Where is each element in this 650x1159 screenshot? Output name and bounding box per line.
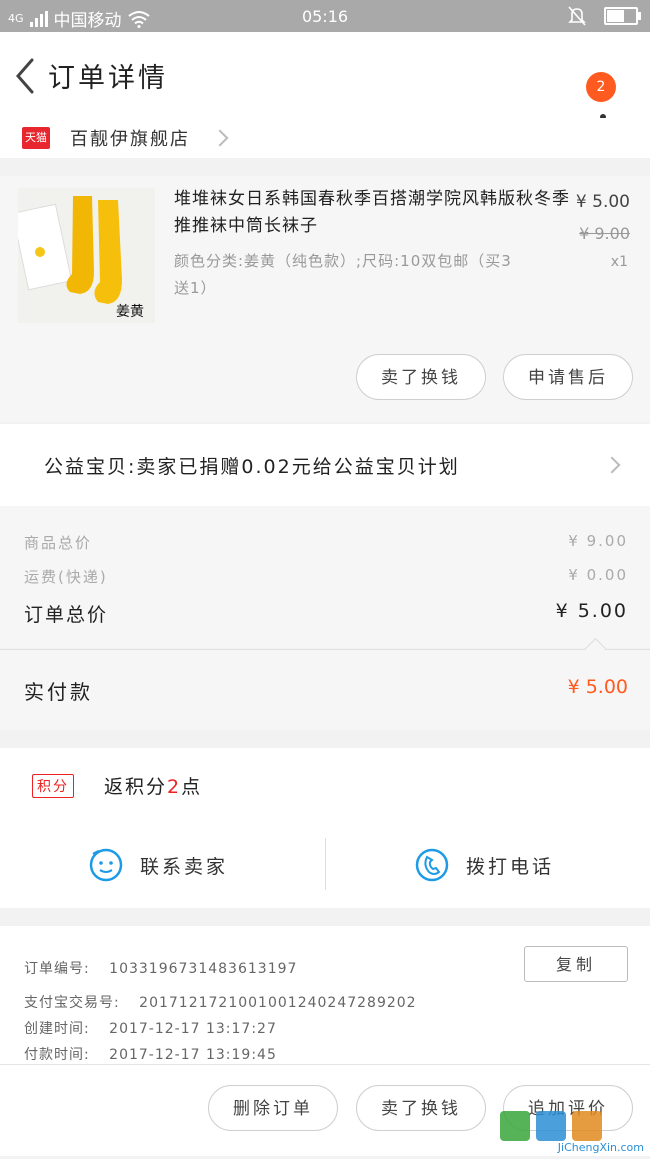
- shop-name: 百靓伊旗舰店: [70, 129, 190, 150]
- goods-total-label: 商品总价: [24, 534, 93, 552]
- product-name[interactable]: 堆堆袜女日系韩国春秋季百搭潮学院风韩版秋冬季推推袜中筒长袜子: [174, 186, 570, 240]
- shipping-row: 运费(快递) ¥ 0.00: [24, 566, 628, 587]
- alipay-row: 支付宝交易号: 2017121721001001240247289202: [24, 992, 417, 1012]
- points-text: 返积分2点: [104, 772, 202, 799]
- tmall-logo-icon: 天猫: [22, 127, 50, 149]
- order-info-card: 订单编号: 1033196731483613197 复制 支付宝交易号: 201…: [0, 926, 650, 1064]
- alipay-value: 2017121721001001240247289202: [139, 995, 417, 1011]
- goods-total-value: ¥ 9.00: [568, 532, 628, 550]
- goods-total-row: 商品总价 ¥ 9.00: [24, 532, 628, 553]
- product-image[interactable]: 姜黄: [18, 188, 155, 323]
- actual-payment-value: ¥ 5.00: [567, 676, 628, 698]
- sell-for-cash-bottom-button[interactable]: 卖了换钱: [356, 1085, 486, 1131]
- product-spec: 颜色分类:姜黄（纯色款）;尺码:10双包邮（买3送1）: [174, 252, 512, 297]
- points-contact-card: 积分 返积分2点 联系卖家 拨打电话: [0, 748, 650, 908]
- watermark-logo-icon: JiChengXin.com: [500, 1111, 644, 1154]
- delete-order-button[interactable]: 删除订单: [208, 1085, 338, 1131]
- copy-button[interactable]: 复制: [524, 946, 628, 982]
- silent-bell-icon: [568, 6, 586, 26]
- contact-seller-button[interactable]: 联系卖家: [88, 840, 228, 890]
- charity-text: 公益宝贝:卖家已捐赠0.02元给公益宝贝计划: [44, 456, 460, 478]
- paid-time-label: 付款时间:: [24, 1047, 90, 1063]
- product-card: 姜黄 堆堆袜女日系韩国春秋季百搭潮学院风韩版秋冬季推推袜中筒长袜子 颜色分类:姜…: [0, 176, 650, 422]
- points-suffix: 点: [181, 776, 203, 798]
- status-bar: 4G 中国移动 05:16: [0, 0, 650, 32]
- created-time-row: 创建时间: 2017-12-17 13:17:27: [24, 1018, 277, 1038]
- contact-seller-label: 联系卖家: [140, 855, 229, 878]
- points-prefix: 返积分: [104, 776, 168, 798]
- page-title: 订单详情: [48, 63, 168, 94]
- app-header: 订单详情 2: [0, 32, 650, 120]
- phone-icon: [415, 848, 449, 882]
- shipping-label: 运费(快递): [24, 568, 108, 586]
- order-number-value: 1033196731483613197: [109, 961, 298, 977]
- shipping-value: ¥ 0.00: [568, 566, 628, 584]
- price-summary: 商品总价 ¥ 9.00 运费(快递) ¥ 0.00 订单总价 ¥ 5.00: [0, 506, 650, 648]
- battery-icon: [604, 7, 641, 25]
- created-time-label: 创建时间:: [24, 1021, 90, 1037]
- order-total-label: 订单总价: [24, 604, 109, 626]
- watermark-site: JiChengXin.com: [557, 1141, 644, 1154]
- product-original-price: ¥ 9.00: [579, 224, 630, 243]
- created-time-value: 2017-12-17 13:17:27: [109, 1021, 277, 1037]
- sell-for-cash-button[interactable]: 卖了换钱: [356, 354, 486, 400]
- after-sales-button[interactable]: 申请售后: [503, 354, 633, 400]
- shop-row[interactable]: 天猫 百靓伊旗舰店: [0, 118, 650, 158]
- status-right: [568, 6, 641, 26]
- contact-divider: [325, 838, 326, 890]
- order-number-row: 订单编号: 1033196731483613197: [24, 958, 297, 978]
- paid-time-row: 付款时间: 2017-12-17 13:19:45: [24, 1044, 277, 1064]
- paid-time-value: 2017-12-17 13:19:45: [109, 1047, 277, 1063]
- socks-illustration: 姜黄: [18, 188, 155, 323]
- chevron-right-icon: [211, 129, 229, 147]
- chat-face-icon: [89, 848, 123, 882]
- actual-payment-label: 实付款: [24, 680, 93, 704]
- clock: 05:16: [301, 7, 349, 26]
- alipay-label: 支付宝交易号:: [24, 995, 120, 1011]
- points-value: 2: [167, 776, 182, 798]
- order-number-label: 订单编号:: [24, 961, 90, 977]
- product-quantity: x1: [610, 254, 628, 270]
- charity-row[interactable]: 公益宝贝:卖家已捐赠0.02元给公益宝贝计划: [0, 424, 650, 506]
- product-price: ¥ 5.00: [575, 192, 630, 212]
- watermark: JiChengXin.com: [496, 1107, 646, 1155]
- points-badge: 积分: [32, 774, 74, 798]
- notification-badge: 2: [586, 72, 616, 102]
- chevron-right-icon: [603, 456, 621, 474]
- bottom-action-bar: 删除订单 卖了换钱 追加评价 JiChengXin.com: [0, 1064, 650, 1156]
- call-phone-button[interactable]: 拨打电话: [414, 840, 554, 890]
- product-image-label: 姜黄: [116, 303, 144, 320]
- call-phone-label: 拨打电话: [466, 855, 555, 878]
- back-arrow-icon[interactable]: [10, 56, 40, 96]
- actual-payment-row: 实付款 ¥ 5.00: [0, 649, 650, 730]
- order-total-row: 订单总价 ¥ 5.00: [24, 600, 628, 627]
- order-total-value: ¥ 5.00: [555, 600, 628, 622]
